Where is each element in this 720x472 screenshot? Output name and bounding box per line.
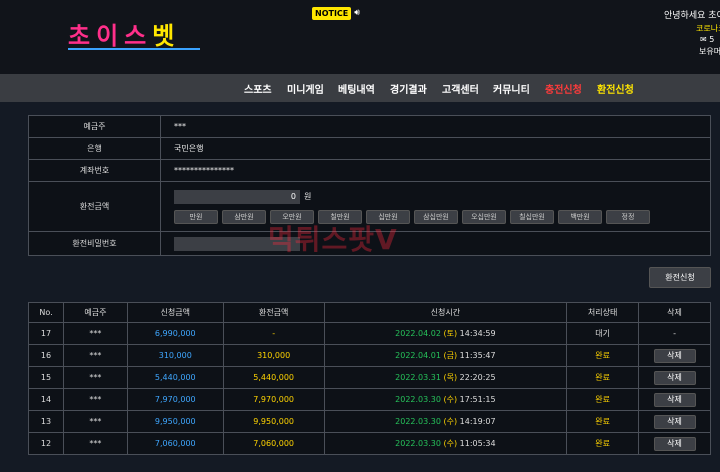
user-nickname: 코로나코 <box>696 24 720 33</box>
amount-button-group: 만원 삼만원 오만원 칠만원 십만원 삼십만원 오십만원 칠십만원 백만원 정정 <box>174 209 710 224</box>
bank-label: 은행 <box>28 137 161 160</box>
col-request-time: 신청시간 <box>323 302 568 323</box>
row-request-time: 2022.04.02 (토) 14:34:59 <box>323 322 568 345</box>
row-holder: *** <box>62 344 128 367</box>
holder-label: 예금주 <box>28 115 161 138</box>
delete-button[interactable]: 삭제 <box>653 348 696 363</box>
logo-text-main: 초이스 <box>68 22 153 50</box>
delete-button[interactable]: 삭제 <box>653 392 696 407</box>
col-exchange-amount: 환전금액 <box>222 302 325 323</box>
speaker-icon: 🔊︎ <box>354 8 360 18</box>
row-request-amount: 7,060,000 <box>126 432 224 455</box>
greeting-text: 안녕하세요 초이 <box>664 11 720 21</box>
nav-charge[interactable]: 충전신청 <box>545 81 582 96</box>
row-request-time: 2022.03.30 (수) 14:19:07 <box>323 410 568 433</box>
notice-bar[interactable]: NOTICE 🔊︎ <box>312 6 364 20</box>
delete-button[interactable]: 삭제 <box>653 436 696 451</box>
watermark-text: 먹튀스팟V <box>268 223 398 256</box>
col-no: No. <box>28 302 64 323</box>
row-request-time: 2022.03.31 (목) 22:20:25 <box>323 366 568 389</box>
nav-support[interactable]: 고객센터 <box>442 81 479 96</box>
amount-300k-button[interactable]: 삼십만원 <box>414 209 458 224</box>
nav-minigame[interactable]: 미니게임 <box>287 81 324 96</box>
row-request-amount: 7,970,000 <box>126 388 224 411</box>
mail-icon[interactable]: ✉ 5 <box>700 35 714 44</box>
logo-underline <box>68 48 200 50</box>
password-label: 환전비밀번호 <box>28 231 161 256</box>
amount-unit: 원 <box>304 192 312 201</box>
row-no: 16 <box>28 344 64 367</box>
table-row: 17 *** 6,990,000 - 2022.04.02 (토) 14:34:… <box>28 322 711 345</box>
row-request-time: 2022.04.01 (금) 11:35:47 <box>323 344 568 367</box>
row-holder: *** <box>62 322 128 345</box>
mail-count: 5 <box>709 35 715 44</box>
balance-label: 보유머 <box>699 47 720 56</box>
col-request-amount: 신청금액 <box>126 302 224 323</box>
table-row: 14 *** 7,970,000 7,970,000 2022.03.30 (수… <box>28 388 711 411</box>
row-holder: *** <box>62 432 128 455</box>
row-exchange-amount: 7,060,000 <box>222 432 325 455</box>
row-request-time: 2022.03.30 (수) 17:51:15 <box>323 388 568 411</box>
nav-sports[interactable]: 스포츠 <box>244 81 272 96</box>
site-header: 초이스벳 NOTICE 🔊︎ 안녕하세요 초이 코로나코 ✉ 5 보유머 <box>0 0 720 74</box>
row-holder: *** <box>62 366 128 389</box>
account-value: *************** <box>160 159 711 182</box>
site-logo[interactable]: 초이스벳 <box>68 14 200 52</box>
amount-reset-button[interactable]: 정정 <box>606 209 650 224</box>
row-request-time: 2022.03.30 (수) 11:05:34 <box>323 432 568 455</box>
row-status: 완료 <box>566 410 640 433</box>
row-request-amount: 310,000 <box>126 344 224 367</box>
account-label: 계좌번호 <box>28 159 161 182</box>
row-request-amount: 9,950,000 <box>126 410 224 433</box>
amount-10k-button[interactable]: 만원 <box>174 209 218 224</box>
row-exchange-amount: 310,000 <box>222 344 325 367</box>
row-request-amount: 6,990,000 <box>126 322 224 345</box>
row-status: 완료 <box>566 366 640 389</box>
col-delete: 삭제 <box>638 302 711 323</box>
table-row: 13 *** 9,950,000 9,950,000 2022.03.30 (수… <box>28 410 711 433</box>
row-no: 13 <box>28 410 64 433</box>
amount-500k-button[interactable]: 오십만원 <box>462 209 506 224</box>
row-status: 대기 <box>566 322 640 345</box>
row-status: 완료 <box>566 432 640 455</box>
amount-700k-button[interactable]: 칠십만원 <box>510 209 554 224</box>
nav-bet-history[interactable]: 베팅내역 <box>338 81 375 96</box>
nav-community[interactable]: 커뮤니티 <box>493 81 530 96</box>
row-no: 15 <box>28 366 64 389</box>
row-holder: *** <box>62 388 128 411</box>
submit-exchange-button[interactable]: 환전신청 <box>649 267 711 288</box>
exchange-history-table: No. 예금주 신청금액 환전금액 신청시간 처리상태 삭제 17 *** 6,… <box>28 302 711 455</box>
row-no: 14 <box>28 388 64 411</box>
nav-results[interactable]: 경기결과 <box>390 81 427 96</box>
delete-button[interactable]: 삭제 <box>653 414 696 429</box>
row-delete-placeholder: - <box>638 322 711 345</box>
col-holder: 예금주 <box>62 302 128 323</box>
amount-input[interactable]: 0 <box>174 189 300 204</box>
row-exchange-amount: - <box>222 322 325 345</box>
amount-1m-button[interactable]: 백만원 <box>558 209 602 224</box>
amount-label: 환전금액 <box>28 181 161 232</box>
table-header-row: No. 예금주 신청금액 환전금액 신청시간 처리상태 삭제 <box>28 302 711 323</box>
main-nav: 스포츠 미니게임 베팅내역 경기결과 고객센터 커뮤니티 충전신청 환전신청 <box>0 74 720 102</box>
amount-30k-button[interactable]: 삼만원 <box>222 209 266 224</box>
table-row: 16 *** 310,000 310,000 2022.04.01 (금) 11… <box>28 344 711 367</box>
row-holder: *** <box>62 410 128 433</box>
row-request-amount: 5,440,000 <box>126 366 224 389</box>
bank-value: 국민은행 <box>160 137 711 160</box>
notice-badge: NOTICE <box>312 6 352 20</box>
row-no: 17 <box>28 322 64 345</box>
nav-exchange[interactable]: 환전신청 <box>597 81 634 96</box>
table-row: 15 *** 5,440,000 5,440,000 2022.03.31 (목… <box>28 366 711 389</box>
col-status: 처리상태 <box>566 302 640 323</box>
row-exchange-amount: 5,440,000 <box>222 366 325 389</box>
holder-value: *** <box>160 115 711 138</box>
row-status: 완료 <box>566 344 640 367</box>
row-no: 12 <box>28 432 64 455</box>
row-status: 완료 <box>566 388 640 411</box>
table-row: 12 *** 7,060,000 7,060,000 2022.03.30 (수… <box>28 432 711 455</box>
logo-text-accent: 벳 <box>152 22 181 50</box>
row-exchange-amount: 7,970,000 <box>222 388 325 411</box>
row-exchange-amount: 9,950,000 <box>222 410 325 433</box>
delete-button[interactable]: 삭제 <box>653 370 696 385</box>
